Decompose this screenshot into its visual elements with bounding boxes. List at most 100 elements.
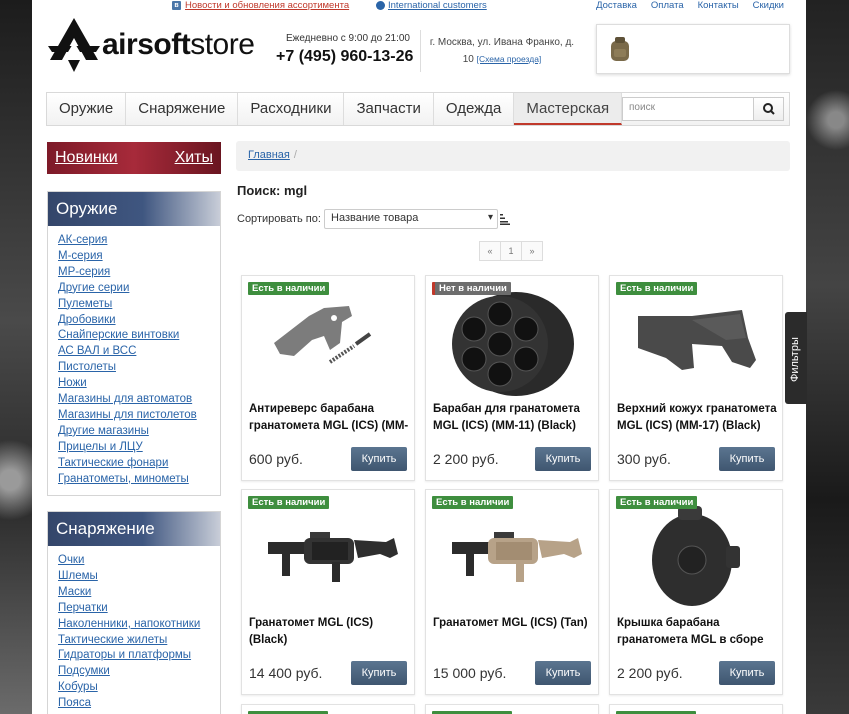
product-name[interactable]: Барабан для гранатомета MGL (ICS) (MM-11… — [433, 401, 595, 437]
sidebar-item[interactable]: Другие магазины — [58, 424, 220, 440]
product-image[interactable] — [254, 288, 404, 398]
buy-button[interactable]: Купить — [719, 447, 775, 471]
sidebar-weapons: Оружие АК-серия М-серия МР-серия Другие … — [47, 191, 221, 496]
hits-link[interactable]: Хиты — [175, 149, 213, 167]
sort-select[interactable]: Название товара ▾ — [324, 209, 498, 229]
buy-button[interactable]: Купить — [535, 447, 591, 471]
logo[interactable]: airsoftstore — [48, 16, 255, 74]
delivery-link[interactable]: Доставка — [596, 0, 637, 11]
sidebar-item[interactable]: Пояса — [58, 696, 220, 712]
working-hours: Ежедневно с 9:00 до 21:00 — [285, 33, 410, 44]
breadcrumb-home[interactable]: Главная — [248, 149, 290, 161]
nav-weapons[interactable]: Оружие — [47, 93, 127, 125]
contacts-link[interactable]: Контакты — [698, 0, 739, 11]
sidebar-item[interactable]: Дробовики — [58, 313, 220, 329]
new-items-link[interactable]: Новинки — [55, 149, 118, 167]
filters-tab[interactable]: Фильтры — [785, 312, 807, 404]
sidebar-item[interactable]: Подсумки — [58, 664, 220, 680]
buy-button[interactable]: Купить — [719, 661, 775, 685]
promo-bar: Новинки Хиты — [47, 142, 221, 174]
sidebar-item[interactable]: Шлемы — [58, 569, 220, 585]
sidebar-item[interactable]: М-серия — [58, 249, 220, 265]
product-card[interactable]: Есть в наличии Антиреверс барабана грана… — [241, 275, 415, 481]
product-price: 14 400 руб. — [249, 665, 323, 681]
pager-prev[interactable]: « — [479, 241, 501, 261]
address: г. Москва, ул. Ивана Франко, д. 10 [Схем… — [426, 35, 578, 68]
stock-badge: Есть в наличии — [248, 496, 330, 509]
sidebar-item[interactable]: АС ВАЛ и ВСС — [58, 344, 220, 360]
sidebar-item[interactable]: Снайперские винтовки — [58, 328, 220, 344]
sidebar-item[interactable]: Магазины для автоматов — [58, 392, 220, 408]
sort-direction-icon[interactable] — [500, 213, 510, 225]
sidebar-item[interactable]: Кобуры — [58, 680, 220, 696]
sidebar-weapons-list: АК-серия М-серия МР-серия Другие серии П… — [48, 226, 220, 494]
sidebar-item[interactable]: Тактические жилеты — [58, 633, 220, 649]
page: в Новости и обновления ассортимента Inte… — [32, 0, 806, 714]
map-link[interactable]: [Схема проезда] — [477, 54, 542, 64]
buy-button[interactable]: Купить — [535, 661, 591, 685]
stock-badge: Есть в наличии — [248, 282, 330, 295]
buy-button[interactable]: Купить — [351, 661, 407, 685]
sidebar-item[interactable]: АК-серия — [58, 233, 220, 249]
product-image[interactable] — [622, 502, 772, 612]
product-image[interactable] — [438, 502, 588, 612]
product-card[interactable]: Есть в наличии Гранатомет MGL (ICS) (Bla… — [241, 489, 415, 695]
sidebar-item[interactable]: Магазины для пистолетов — [58, 408, 220, 424]
nav-workshop[interactable]: Мастерская — [514, 93, 623, 125]
sidebar-weapons-title: Оружие — [48, 192, 220, 226]
sidebar-item[interactable]: МР-серия — [58, 265, 220, 281]
product-card-partial — [609, 704, 783, 714]
breadcrumb: Главная / — [236, 141, 790, 171]
vk-icon[interactable]: в — [172, 1, 181, 10]
product-name[interactable]: Гранатомет MGL (ICS) (Tan) — [433, 615, 595, 651]
product-price: 2 200 руб. — [433, 451, 499, 467]
sidebar-gear-list: Очки Шлемы Маски Перчатки Наколенники, н… — [48, 546, 220, 714]
phone-number[interactable]: +7 (495) 960-13-26 — [276, 48, 413, 66]
sidebar-item[interactable]: Другие серии — [58, 281, 220, 297]
product-name[interactable]: Гранатомет MGL (ICS) (Black) — [249, 615, 411, 651]
sort-label: Сортировать по: — [237, 213, 321, 225]
sidebar-item[interactable]: Очки — [58, 553, 220, 569]
sidebar-item[interactable]: Пулеметы — [58, 297, 220, 313]
product-name[interactable]: Крышка барабана гранатомета MGL в сборе — [617, 615, 779, 651]
cart-widget[interactable] — [596, 24, 790, 74]
sidebar-item[interactable]: Маски — [58, 585, 220, 601]
product-image[interactable] — [622, 288, 772, 398]
search-button[interactable] — [754, 97, 784, 121]
product-name[interactable]: Антиреверс барабана гранатомета MGL (ICS… — [249, 401, 411, 437]
sidebar-item[interactable]: Пистолеты — [58, 360, 220, 376]
international-link[interactable]: International customers — [388, 0, 487, 11]
product-card[interactable]: Есть в наличии Верхний кожух гранатомета… — [609, 275, 783, 481]
product-price: 600 руб. — [249, 451, 303, 467]
discounts-link[interactable]: Скидки — [753, 0, 784, 11]
globe-icon — [376, 1, 385, 10]
product-image[interactable] — [438, 288, 588, 398]
nav-consumables[interactable]: Расходники — [238, 93, 345, 125]
buy-button[interactable]: Купить — [351, 447, 407, 471]
news-link[interactable]: Новости и обновления ассортимента — [185, 0, 349, 11]
product-card[interactable]: Нет в наличии Барабан для гранатомета MG… — [425, 275, 599, 481]
sidebar-item[interactable]: Гидраторы и платформы — [58, 648, 220, 664]
background-right — [806, 0, 849, 714]
top-news: в Новости и обновления ассортимента — [172, 0, 349, 11]
sidebar-item[interactable]: Тактические фонари — [58, 456, 220, 472]
product-name[interactable]: Верхний кожух гранатомета MGL (ICS) (MM-… — [617, 401, 779, 437]
breadcrumb-separator: / — [293, 149, 297, 161]
payment-link[interactable]: Оплата — [651, 0, 684, 11]
sidebar-item[interactable]: Прицелы и ЛЦУ — [58, 440, 220, 456]
nav-clothing[interactable]: Одежда — [434, 93, 515, 125]
sidebar-item[interactable]: Перчатки — [58, 601, 220, 617]
search-input[interactable]: поиск — [622, 97, 754, 121]
nav-parts[interactable]: Запчасти — [344, 93, 434, 125]
sidebar-item[interactable]: Гранатометы, минометы — [58, 472, 220, 488]
product-image[interactable] — [254, 502, 404, 612]
sidebar-item[interactable]: Наколенники, напокотники — [58, 617, 220, 633]
pager-current[interactable]: 1 — [500, 241, 522, 261]
page-title: Поиск: mgl — [237, 183, 308, 198]
product-card-partial — [241, 704, 415, 714]
nav-gear[interactable]: Снаряжение — [126, 93, 239, 125]
product-card[interactable]: Есть в наличии Гранатомет MGL (ICS) (Tan… — [425, 489, 599, 695]
sidebar-item[interactable]: Ножи — [58, 376, 220, 392]
pager-next[interactable]: » — [521, 241, 543, 261]
product-card[interactable]: Есть в наличии Крышка барабана гранатоме… — [609, 489, 783, 695]
